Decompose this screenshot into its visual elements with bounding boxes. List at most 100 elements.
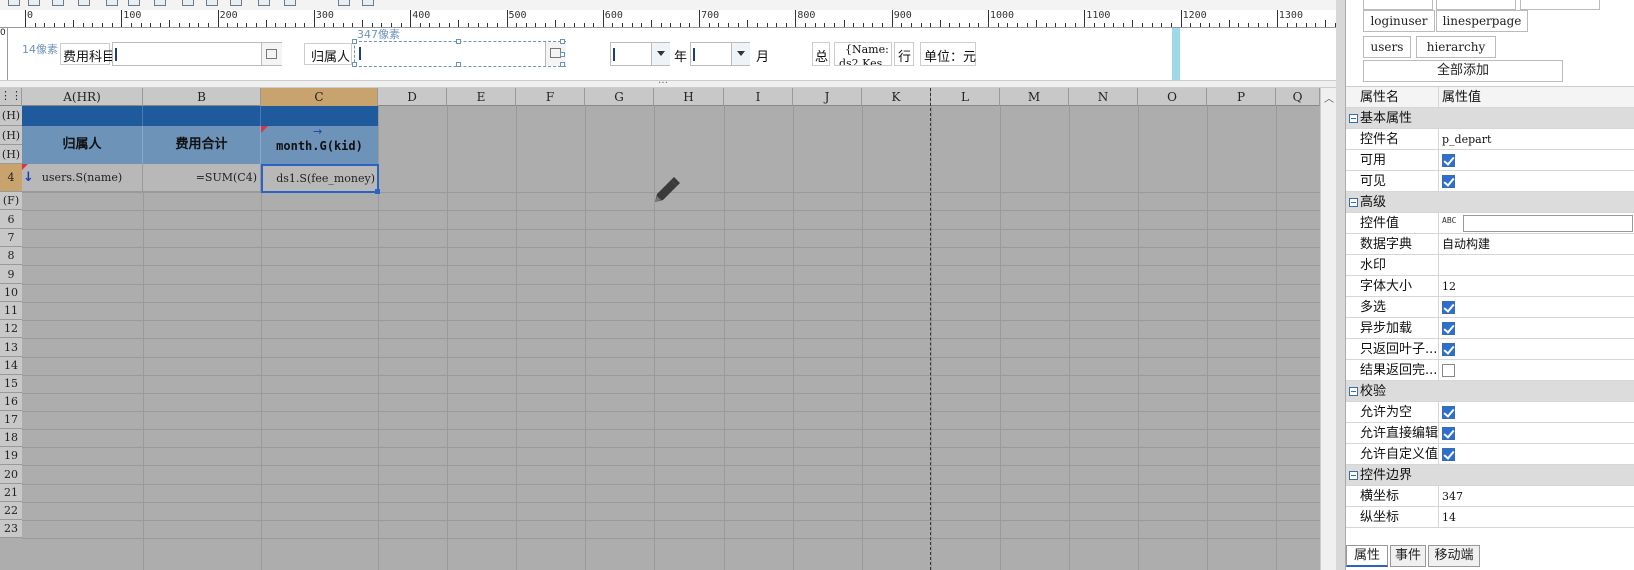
property-checkbox[interactable] bbox=[1442, 322, 1455, 335]
total-value-box[interactable]: {Name: ds2.Kes bbox=[834, 42, 892, 66]
row-header[interactable]: 8 bbox=[0, 247, 22, 265]
property-checkbox[interactable] bbox=[1442, 343, 1455, 356]
splitter-handle[interactable]: … bbox=[658, 75, 668, 86]
resize-handle[interactable] bbox=[456, 39, 461, 44]
property-row[interactable]: 水印 bbox=[1346, 255, 1634, 276]
row-header[interactable]: (H) bbox=[0, 145, 22, 164]
row-header[interactable]: 6 bbox=[0, 210, 22, 229]
toolbar-button-icon[interactable] bbox=[52, 0, 64, 6]
property-row[interactable]: 允许为空 bbox=[1346, 402, 1634, 423]
column-header[interactable]: B bbox=[143, 88, 261, 106]
column-header[interactable]: O bbox=[1138, 88, 1207, 106]
property-checkbox[interactable] bbox=[1442, 448, 1455, 461]
column-header[interactable]: H bbox=[654, 88, 724, 106]
property-row[interactable]: 控件值 ABC bbox=[1346, 213, 1634, 234]
collapse-icon[interactable] bbox=[1349, 114, 1358, 123]
resize-handle[interactable] bbox=[352, 62, 357, 67]
row-header[interactable]: 14 bbox=[0, 357, 22, 375]
data-cell-sum[interactable]: =SUM(C4) bbox=[143, 164, 261, 192]
property-category[interactable]: 基本属性 bbox=[1346, 108, 1634, 129]
row-header[interactable]: 19 bbox=[0, 447, 22, 465]
row-header[interactable]: (H) bbox=[0, 106, 22, 126]
toolbar-button-icon[interactable] bbox=[206, 0, 218, 6]
toolbar-button-icon[interactable] bbox=[230, 0, 242, 6]
month-select[interactable] bbox=[690, 42, 750, 66]
resize-handle[interactable] bbox=[456, 62, 461, 67]
grid-menu-icon[interactable]: ⋮⋮ bbox=[0, 88, 22, 106]
property-row[interactable]: 异步加载 bbox=[1346, 318, 1634, 339]
row-header[interactable]: 11 bbox=[0, 302, 22, 320]
toolbar-button-icon[interactable] bbox=[106, 0, 118, 6]
property-checkbox[interactable] bbox=[1442, 154, 1455, 167]
dropdown-arrow-icon[interactable] bbox=[731, 43, 750, 65]
column-header[interactable]: P bbox=[1207, 88, 1276, 106]
collapse-icon[interactable] bbox=[1349, 471, 1358, 480]
column-header[interactable]: C bbox=[261, 88, 378, 106]
band-cell-c1[interactable] bbox=[261, 106, 378, 126]
toolbar-button-icon[interactable] bbox=[8, 0, 20, 6]
row-header[interactable]: 10 bbox=[0, 284, 22, 302]
property-category[interactable]: 控件边界 bbox=[1346, 465, 1634, 486]
band-cell-a1[interactable] bbox=[22, 106, 143, 126]
column-header[interactable]: L bbox=[931, 88, 1000, 106]
column-header[interactable]: A(HR) bbox=[22, 88, 143, 106]
toolbar-button-icon[interactable] bbox=[362, 0, 374, 6]
property-row[interactable]: 可用 bbox=[1346, 150, 1634, 171]
var-tag-hierarchy[interactable]: hierarchy bbox=[1416, 36, 1496, 58]
property-row[interactable]: 控件名 p_depart bbox=[1346, 129, 1634, 150]
column-header[interactable]: I bbox=[724, 88, 793, 106]
toolbar-button-icon[interactable] bbox=[78, 0, 90, 6]
column-header[interactable]: J bbox=[793, 88, 862, 106]
dropdown-arrow-icon[interactable] bbox=[651, 43, 670, 65]
fill-handle[interactable] bbox=[375, 189, 380, 194]
property-row[interactable]: 数据字典 自动构建 bbox=[1346, 234, 1634, 255]
toolbar-button-icon[interactable] bbox=[154, 0, 166, 6]
band-cell-b1[interactable] bbox=[143, 106, 261, 126]
collapse-icon[interactable] bbox=[1349, 387, 1358, 396]
property-category[interactable]: 高级 bbox=[1346, 192, 1634, 213]
row-header[interactable]: 12 bbox=[0, 320, 22, 338]
control-value-input[interactable] bbox=[1463, 215, 1633, 232]
property-row[interactable]: 允许自定义值 bbox=[1346, 444, 1634, 465]
vertical-scrollbar[interactable]: ︿ bbox=[1320, 88, 1336, 570]
abc-icon[interactable]: ABC bbox=[1442, 216, 1456, 225]
row-header[interactable]: (F) bbox=[0, 192, 22, 210]
panel-splitter[interactable] bbox=[1336, 0, 1345, 570]
tab-events[interactable]: 事件 bbox=[1390, 545, 1426, 567]
add-all-button[interactable]: 全部添加 bbox=[1363, 60, 1563, 82]
row-header[interactable]: 13 bbox=[0, 338, 22, 357]
resize-handle[interactable] bbox=[560, 52, 565, 57]
resize-handle[interactable] bbox=[560, 62, 565, 67]
var-tag[interactable] bbox=[1363, 0, 1433, 10]
property-row[interactable]: 纵坐标 14 bbox=[1346, 507, 1634, 528]
property-row[interactable]: 字体大小 12 bbox=[1346, 276, 1634, 297]
toolbar-button-icon[interactable] bbox=[182, 0, 194, 6]
var-tag-loginuser[interactable]: loginuser bbox=[1363, 10, 1435, 32]
column-header[interactable]: G bbox=[585, 88, 654, 106]
property-checkbox[interactable] bbox=[1442, 175, 1455, 188]
form-design-area[interactable]: 14像素 费用科目 347像素 归属人 年 月 总 {Name: ds2.Kes bbox=[8, 28, 1392, 80]
var-tag[interactable] bbox=[1436, 0, 1516, 10]
property-row[interactable]: 允许直接编辑 bbox=[1346, 423, 1634, 444]
scroll-up-icon[interactable]: ︿ bbox=[1324, 90, 1334, 105]
column-header[interactable]: D bbox=[378, 88, 447, 106]
column-header[interactable]: E bbox=[447, 88, 516, 106]
row-header[interactable]: 18 bbox=[0, 429, 22, 447]
toolbar-button-icon[interactable] bbox=[128, 0, 140, 6]
var-tag-linesperpage[interactable]: linesperpage bbox=[1436, 10, 1528, 32]
resize-handle[interactable] bbox=[352, 39, 357, 44]
tree-picker-button[interactable] bbox=[262, 42, 282, 66]
tab-mobile[interactable]: 移动端 bbox=[1428, 545, 1480, 567]
var-tag-users[interactable]: users bbox=[1363, 36, 1411, 58]
row-header[interactable]: 23 bbox=[0, 520, 22, 538]
header-cell-fee-total[interactable]: 费用合计 bbox=[143, 126, 261, 164]
row-header[interactable]: 22 bbox=[0, 502, 22, 520]
expense-subject-input[interactable] bbox=[112, 42, 262, 66]
toolbar-button-icon[interactable] bbox=[284, 0, 296, 6]
property-row[interactable]: 结果返回完... bbox=[1346, 360, 1634, 381]
property-row[interactable]: 横坐标 347 bbox=[1346, 486, 1634, 507]
column-header[interactable]: Q bbox=[1276, 88, 1320, 106]
toolbar-button-icon[interactable] bbox=[338, 0, 350, 6]
property-row[interactable]: 可见 bbox=[1346, 171, 1634, 192]
tab-properties[interactable]: 属性 bbox=[1346, 545, 1388, 567]
